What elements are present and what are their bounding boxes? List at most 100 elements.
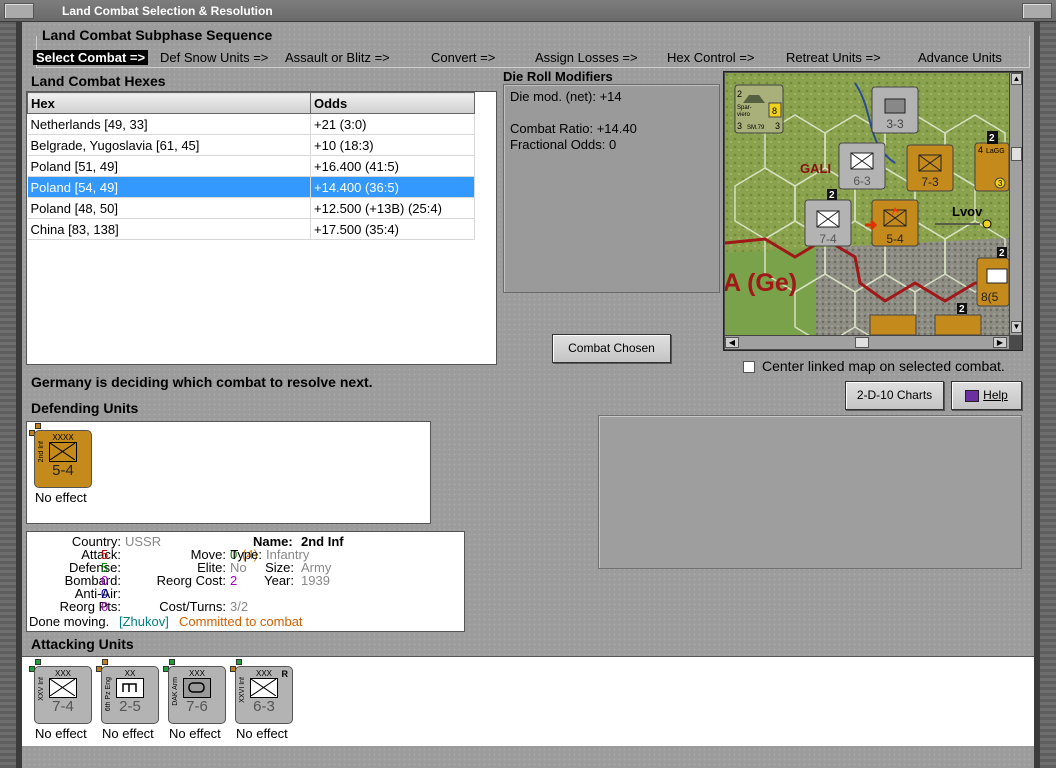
window-titlebar: Land Combat Selection & Resolution bbox=[0, 0, 1056, 22]
hexes-list: Hex Odds Netherlands [49, 33] +21 (3:0) B… bbox=[26, 91, 497, 365]
step-select-combat[interactable]: Select Combat => bbox=[33, 50, 149, 65]
combat-chosen-button[interactable]: Combat Chosen bbox=[552, 334, 671, 363]
hex-cell: Netherlands [49, 33] bbox=[27, 113, 311, 135]
column-header-odds[interactable]: Odds bbox=[310, 92, 475, 114]
combat-ratio: Combat Ratio: +14.40 bbox=[510, 121, 637, 136]
aircraft-name: LaGG bbox=[986, 148, 1005, 155]
defending-unit-counter[interactable]: 2nd Inf XXXX 5-4 bbox=[34, 430, 92, 488]
unit-name: 6th Pz Eng bbox=[105, 677, 112, 712]
status-marker bbox=[169, 659, 175, 665]
info-panel bbox=[598, 415, 1022, 569]
reorg-pts-value: 0 bbox=[101, 599, 109, 614]
table-row[interactable]: Belgrade, Yugoslavia [61, 45] +10 (18:3) bbox=[27, 134, 475, 156]
step-advance-units[interactable]: Advance Units bbox=[918, 50, 1002, 65]
center-map-checkbox[interactable] bbox=[743, 361, 755, 373]
country-value: USSR bbox=[125, 534, 162, 549]
map-counter-strength: 7-4 bbox=[819, 232, 837, 246]
map-horizontal-scrollbar[interactable]: ◀ ▶ bbox=[725, 335, 1009, 349]
map-counter-strength: 5-4 bbox=[886, 232, 904, 246]
scroll-right-icon[interactable]: ▶ bbox=[993, 337, 1007, 348]
step-def-snow-units[interactable]: Def Snow Units => bbox=[160, 50, 268, 65]
map-number: 2 bbox=[737, 89, 742, 99]
defending-title: Defending Units bbox=[31, 400, 139, 416]
step-assign-losses[interactable]: Assign Losses => bbox=[535, 50, 638, 65]
attacking-unit-counter[interactable]: XXV Inf XXX 7-4 bbox=[34, 666, 92, 724]
map-counter-aircraft[interactable]: 8 2 Spar- viero 3 SM.79 3 bbox=[734, 84, 784, 134]
attacking-unit-counter[interactable]: DAK Arm XXX 7-6 bbox=[168, 666, 226, 724]
combat-effect: No effect bbox=[102, 726, 154, 741]
combat-effect: No effect bbox=[35, 490, 87, 505]
map-counter-5-4-selected[interactable]: 5-4 bbox=[865, 199, 919, 247]
map-vertical-scrollbar[interactable]: ▲ ▼ bbox=[1009, 73, 1022, 335]
cost-label: Cost/Turns: bbox=[159, 599, 226, 614]
cost-value: 3/2 bbox=[230, 599, 249, 614]
map-number: 3 bbox=[775, 121, 780, 131]
map-label-region: A (Ge) bbox=[725, 269, 797, 297]
help-button[interactable]: Help bbox=[951, 381, 1022, 410]
map-counter-strength: 3-3 bbox=[886, 117, 904, 131]
combat-effect: No effect bbox=[169, 726, 221, 741]
map-number: 3 bbox=[998, 179, 1003, 188]
committed-text: Committed to combat bbox=[179, 614, 303, 629]
map-label-gali: GALI bbox=[800, 161, 831, 176]
odds-cell: +10 (18:3) bbox=[310, 134, 475, 156]
hex-cell: Belgrade, Yugoslavia [61, 45] bbox=[27, 134, 311, 156]
table-row[interactable]: China [83, 138] +17.500 (35:4) bbox=[27, 218, 475, 240]
scroll-up-icon[interactable]: ▲ bbox=[1011, 73, 1022, 85]
attacking-unit-counter[interactable]: XXVI Inf R XXX 6-3 bbox=[235, 666, 293, 724]
combat-effect: No effect bbox=[236, 726, 288, 741]
odds-cell: +17.500 (35:4) bbox=[310, 218, 475, 240]
hex-cell: Poland [54, 49] bbox=[27, 176, 311, 198]
horizontal-scroll-thumb[interactable] bbox=[855, 337, 869, 348]
hexes-header-row: Hex Odds bbox=[27, 92, 475, 114]
map-counter-partial[interactable] bbox=[869, 314, 917, 335]
charts-button[interactable]: 2-D-10 Charts bbox=[845, 381, 944, 410]
center-map-label: Center linked map on selected combat. bbox=[762, 358, 1005, 374]
vertical-scroll-thumb[interactable] bbox=[1011, 147, 1022, 161]
linked-map[interactable]: GALI Lvov A (Ge) 8 2 Spar- viero 3 SM.79… bbox=[723, 71, 1023, 351]
infantry-icon bbox=[250, 678, 278, 698]
window-title: Land Combat Selection & Resolution bbox=[62, 4, 273, 18]
map-counter-strength: 8(5 bbox=[981, 290, 999, 304]
die-mod-net: Die mod. (net): +14 bbox=[510, 89, 622, 104]
map-number: 3 bbox=[737, 121, 742, 131]
map-label-lvov: Lvov bbox=[952, 204, 983, 219]
system-menu-button[interactable] bbox=[4, 3, 34, 19]
scroll-down-icon[interactable]: ▼ bbox=[1011, 321, 1022, 333]
step-retreat-units[interactable]: Retreat Units => bbox=[786, 50, 881, 65]
map-counter-6-3[interactable]: 6-3 bbox=[838, 142, 886, 190]
hexes-table: Hex Odds Netherlands [49, 33] +21 (3:0) B… bbox=[27, 92, 475, 240]
map-number: 2 bbox=[959, 304, 965, 315]
hex-cell: Poland [51, 49] bbox=[27, 155, 311, 177]
modifiers-panel: Die mod. (net): +14 Combat Ratio: +14.40… bbox=[503, 84, 720, 293]
map-counter-7-3[interactable]: 7-3 bbox=[906, 144, 954, 192]
attacking-unit-counter[interactable]: 6th Pz Eng XX 2-5 bbox=[101, 666, 159, 724]
step-convert[interactable]: Convert => bbox=[431, 50, 495, 65]
city-icon bbox=[982, 219, 992, 229]
step-hex-control[interactable]: Hex Control => bbox=[667, 50, 754, 65]
map-counter-partial[interactable] bbox=[934, 314, 982, 335]
status-marker bbox=[236, 659, 242, 665]
table-row[interactable]: Netherlands [49, 33] +21 (3:0) bbox=[27, 113, 475, 135]
table-row[interactable]: Poland [48, 50] +12.500 (+13B) (25:4) bbox=[27, 197, 475, 219]
reorg-pts-label: Reorg Pts: bbox=[59, 599, 121, 614]
aircraft-name-b: viero bbox=[737, 112, 751, 118]
map-counter-3-3[interactable]: 3-3 bbox=[871, 86, 919, 134]
table-row[interactable]: Poland [51, 49] +16.400 (41:5) bbox=[27, 155, 475, 177]
unit-strength: 5-4 bbox=[52, 462, 74, 479]
attacking-title: Attacking Units bbox=[31, 636, 134, 652]
map-view[interactable]: GALI Lvov A (Ge) 8 2 Spar- viero 3 SM.79… bbox=[725, 73, 1009, 335]
scroll-left-icon[interactable]: ◀ bbox=[725, 337, 739, 348]
modifiers-title: Die Roll Modifiers bbox=[503, 69, 613, 84]
subphase-title: Land Combat Subphase Sequence bbox=[40, 27, 275, 43]
close-button[interactable] bbox=[1022, 3, 1052, 19]
done-moving-text: Done moving. bbox=[29, 614, 110, 629]
column-header-hex[interactable]: Hex bbox=[27, 92, 311, 114]
table-row-selected[interactable]: Poland [54, 49] +14.400 (36:5) bbox=[27, 176, 475, 198]
infantry-icon bbox=[49, 678, 77, 698]
step-assault-or-blitz[interactable]: Assault or Blitz => bbox=[285, 50, 390, 65]
status-marker bbox=[102, 659, 108, 665]
leader-text: [Zhukov] bbox=[119, 614, 169, 629]
odds-cell: +16.400 (41:5) bbox=[310, 155, 475, 177]
hex-cell: China [83, 138] bbox=[27, 218, 311, 240]
